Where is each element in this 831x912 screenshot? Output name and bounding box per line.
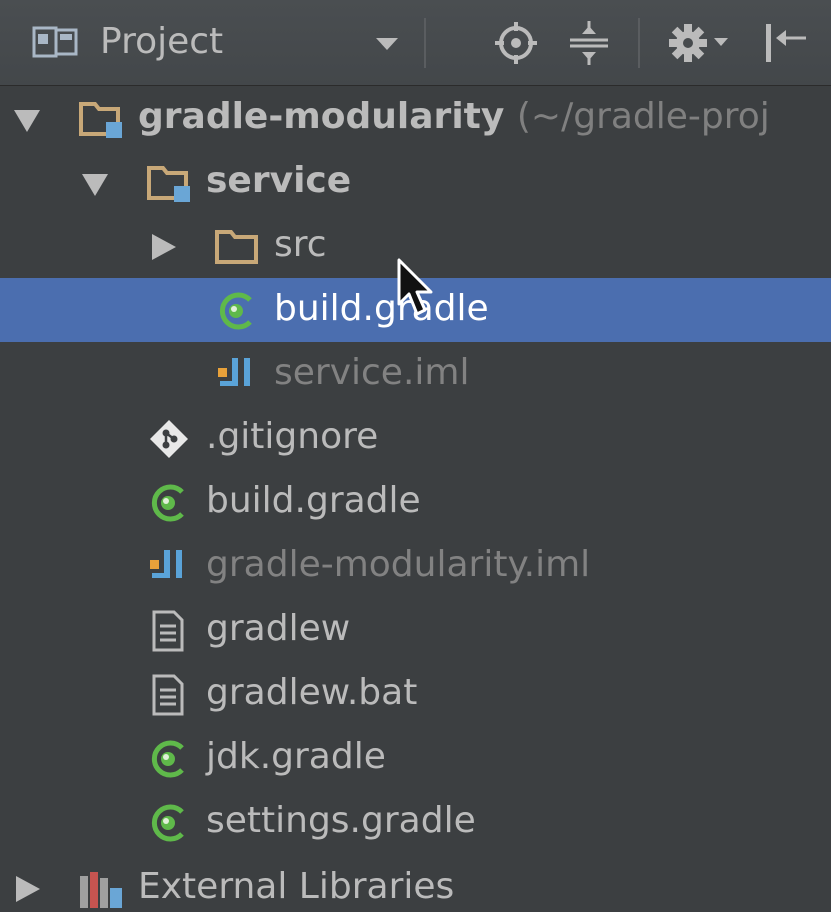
tree-node-label: gradle-modularity.iml — [206, 544, 591, 585]
tree-node-label: External Libraries — [138, 866, 455, 907]
iml-file-icon — [150, 550, 182, 578]
collapsed-arrow-icon[interactable] — [12, 874, 42, 904]
library-icon — [80, 872, 122, 908]
tree-node-label: settings.gradle — [206, 800, 476, 841]
mouse-cursor-icon — [397, 258, 433, 316]
view-selector[interactable]: Project — [0, 0, 420, 86]
project-toolbar: Project — [0, 0, 831, 86]
tree-node-external-libraries[interactable]: External Libraries — [0, 856, 831, 912]
gradle-icon — [151, 740, 184, 778]
expanded-arrow-icon[interactable] — [12, 104, 42, 134]
iml-file-icon — [218, 358, 250, 386]
module-folder-icon — [79, 102, 122, 138]
tree-node-gradlew-bat[interactable]: gradlew.bat — [0, 662, 831, 726]
view-label: Project — [100, 21, 224, 62]
tree-node-label: jdk.gradle — [206, 736, 386, 777]
project-view-icon — [32, 26, 78, 58]
tree-node-label: gradlew.bat — [206, 672, 418, 713]
tree-node-label: .gitignore — [206, 416, 379, 457]
tree-node-module-iml[interactable]: gradle-modularity.iml — [0, 534, 831, 598]
text-file-icon — [152, 674, 184, 716]
gradle-icon — [151, 484, 184, 522]
gradle-icon — [219, 292, 252, 330]
collapsed-arrow-icon[interactable] — [148, 232, 178, 262]
tree-node-label: service.iml — [274, 352, 470, 393]
tree-node-label: build.gradle — [274, 288, 489, 329]
project-path-hint: (~/gradle-proj — [516, 96, 770, 137]
tree-node-service[interactable]: service — [0, 150, 831, 214]
tree-node-label: gradlew — [206, 608, 351, 649]
tree-node-label: gradle-modularity — [138, 96, 505, 137]
tree-node-gradle-modularity[interactable]: gradle-modularity (~/gradle-proj — [0, 86, 831, 150]
hide-icon[interactable] — [760, 20, 810, 66]
tree-node-label: build.gradle — [206, 480, 421, 521]
git-icon — [150, 420, 188, 458]
gear-icon[interactable] — [666, 20, 738, 66]
gradle-icon — [151, 804, 184, 842]
tree-node-gradlew[interactable]: gradlew — [0, 598, 831, 662]
project-tool-window: Project gradle-modularity (~/gradle-proj… — [0, 0, 831, 912]
project-tree: gradle-modularity (~/gradle-proj service — [0, 86, 831, 912]
toolbar-separator — [424, 18, 426, 68]
locate-icon[interactable] — [494, 20, 538, 66]
text-file-icon — [152, 610, 184, 652]
tree-node-label: src — [274, 224, 327, 265]
chevron-down-icon — [376, 38, 398, 50]
collapse-all-icon[interactable] — [566, 20, 612, 66]
expanded-arrow-icon[interactable] — [80, 168, 110, 198]
module-folder-icon — [147, 166, 190, 202]
tree-node-jdk-gradle[interactable]: jdk.gradle — [0, 726, 831, 790]
tree-node-settings-gradle[interactable]: settings.gradle — [0, 790, 831, 854]
toolbar-separator — [638, 18, 640, 68]
tree-node-gitignore[interactable]: .gitignore — [0, 406, 831, 470]
tree-node-label: service — [206, 160, 352, 201]
tree-node-build-gradle[interactable]: build.gradle — [0, 470, 831, 534]
folder-icon — [215, 230, 258, 264]
tree-node-service-iml[interactable]: service.iml — [0, 342, 831, 406]
